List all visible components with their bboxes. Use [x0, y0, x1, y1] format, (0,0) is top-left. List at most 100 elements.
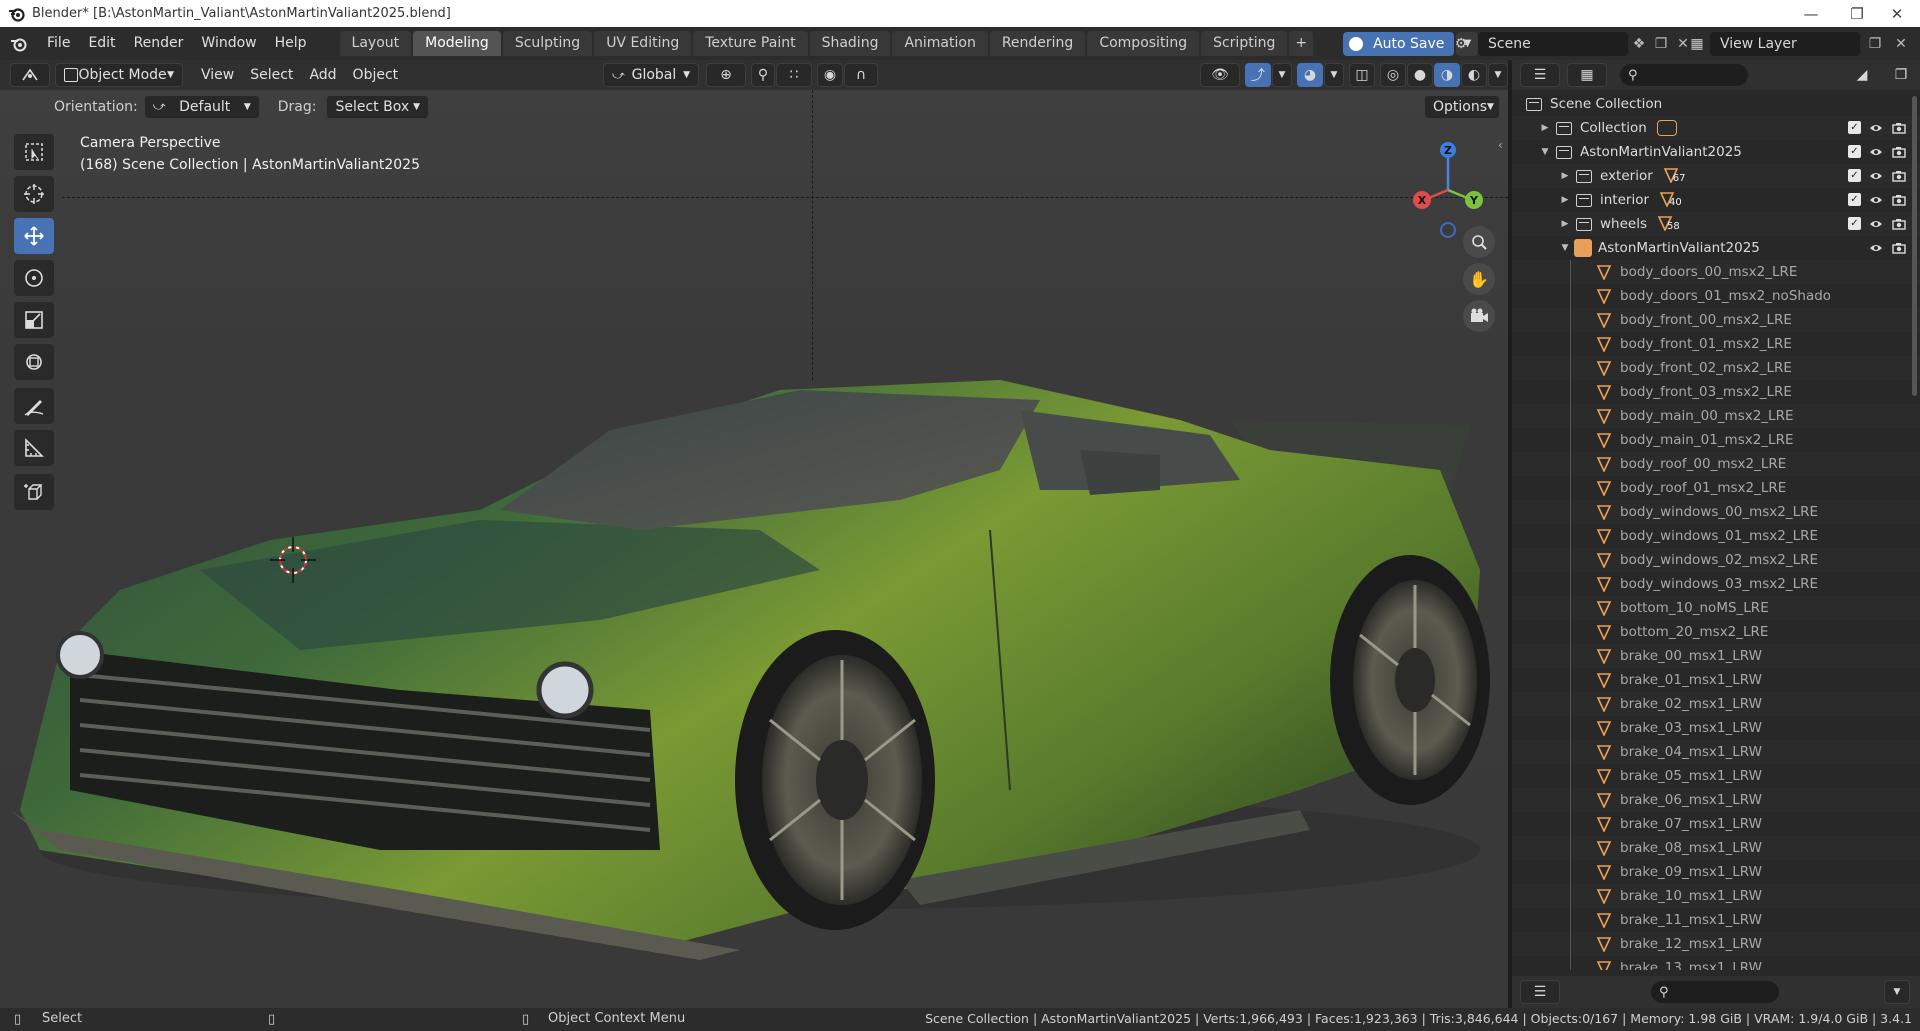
menu-render[interactable]: Render: [125, 27, 193, 60]
new-view-layer-icon[interactable]: ❐: [1860, 36, 1890, 52]
render-camera-icon[interactable]: [1892, 241, 1906, 255]
menu-object[interactable]: Object: [345, 63, 407, 87]
outliner-collection-row[interactable]: ▶ Collection ✓: [1512, 116, 1920, 140]
exclude-checkbox[interactable]: ✓: [1848, 145, 1861, 158]
outliner-object-row[interactable]: brake_00_msx1_LRW: [1512, 644, 1920, 668]
outliner-object-row[interactable]: body_roof_01_msx2_LRE: [1512, 476, 1920, 500]
snap-target-icon[interactable]: ∷: [776, 63, 812, 87]
outliner-collection-row[interactable]: ▶ exterior 67 ✓: [1512, 164, 1920, 188]
outliner-object-row[interactable]: brake_06_msx1_LRW: [1512, 788, 1920, 812]
xray-toggle-icon[interactable]: ◫: [1349, 63, 1375, 87]
outliner-object-row[interactable]: brake_01_msx1_LRW: [1512, 668, 1920, 692]
outliner-search-input[interactable]: ⚲: [1620, 64, 1748, 86]
outliner-object-row[interactable]: brake_10_msx1_LRW: [1512, 884, 1920, 908]
outliner-object-row[interactable]: brake_09_msx1_LRW: [1512, 860, 1920, 884]
visibility-eye-icon[interactable]: [1869, 217, 1883, 231]
outliner-editor-type-icon[interactable]: ☰: [1520, 63, 1560, 87]
exclude-checkbox[interactable]: ✓: [1848, 121, 1861, 134]
menu-select[interactable]: Select: [242, 63, 301, 87]
outliner-object-row[interactable]: body_doors_01_msx2_noShadows: [1512, 284, 1920, 308]
proportional-edit-icon[interactable]: ◉: [817, 63, 843, 87]
properties-search-input[interactable]: ⚲: [1651, 981, 1779, 1003]
scene-name-field[interactable]: Scene: [1478, 31, 1628, 56]
outliner-object-row[interactable]: brake_03_msx1_LRW: [1512, 716, 1920, 740]
visibility-eye-icon[interactable]: [1869, 241, 1883, 255]
solid-shading-icon[interactable]: ●: [1407, 63, 1433, 87]
visibility-eye-icon[interactable]: [1869, 121, 1883, 135]
view-layer-field[interactable]: View Layer: [1710, 31, 1860, 56]
outliner-object-row[interactable]: body_windows_00_msx2_LRE: [1512, 500, 1920, 524]
tab-uv-editing[interactable]: UV Editing: [594, 31, 692, 56]
rendered-shading-icon[interactable]: ◐: [1461, 63, 1487, 87]
render-camera-icon[interactable]: [1892, 145, 1906, 159]
properties-dropdown-icon[interactable]: ▼: [1884, 980, 1910, 1004]
tab-shading[interactable]: Shading: [809, 31, 891, 56]
scene-pin-icon[interactable]: ❖: [1628, 36, 1650, 52]
tab-texture-paint[interactable]: Texture Paint: [693, 31, 808, 56]
outliner-object-row[interactable]: brake_12_msx1_LRW: [1512, 932, 1920, 956]
outliner-object-row[interactable]: body_doors_00_msx2_LRE: [1512, 260, 1920, 284]
view-layer-icon[interactable]: ▦: [1684, 36, 1710, 52]
tab-animation[interactable]: Animation: [892, 31, 988, 56]
outliner-object-row[interactable]: brake_11_msx1_LRW: [1512, 908, 1920, 932]
menu-file[interactable]: File: [38, 27, 79, 60]
exclude-checkbox[interactable]: ✓: [1848, 193, 1861, 206]
menu-help[interactable]: Help: [266, 27, 316, 60]
render-camera-icon[interactable]: [1892, 193, 1906, 207]
outliner-scene-collection[interactable]: Scene Collection: [1512, 92, 1920, 116]
outliner-object-row[interactable]: bottom_20_msx2_LRE: [1512, 620, 1920, 644]
new-collection-icon[interactable]: ❐: [1888, 63, 1914, 87]
add-workspace-button[interactable]: +: [1289, 31, 1314, 56]
outliner-object-row[interactable]: body_windows_02_msx2_LRE: [1512, 548, 1920, 572]
expand-right-icon[interactable]: ▶: [1538, 123, 1552, 133]
remove-view-layer-icon[interactable]: ✕: [1890, 36, 1912, 52]
blender-menu-icon[interactable]: [0, 36, 38, 52]
material-preview-icon[interactable]: ◑: [1434, 63, 1460, 87]
outliner-object-row[interactable]: body_front_03_msx2_LRE: [1512, 380, 1920, 404]
minimize-icon[interactable]: —: [1788, 0, 1834, 27]
outliner-object-row[interactable]: brake_05_msx1_LRW: [1512, 764, 1920, 788]
new-scene-icon[interactable]: ❐: [1650, 36, 1672, 52]
tab-scripting[interactable]: Scripting: [1201, 31, 1288, 56]
expand-right-icon[interactable]: ▶: [1558, 219, 1572, 229]
overlays-dropdown-icon[interactable]: ▼: [1324, 63, 1344, 87]
shading-dropdown-icon[interactable]: ▼: [1488, 63, 1508, 87]
tab-compositing[interactable]: Compositing: [1087, 31, 1200, 56]
outliner-object-row[interactable]: body_front_00_msx2_LRE: [1512, 308, 1920, 332]
menu-view[interactable]: View: [193, 63, 242, 87]
outliner-collection-row[interactable]: ▼ AstonMartinValiant2025 ✓: [1512, 140, 1920, 164]
mode-selector[interactable]: Object Mode ▼: [55, 63, 183, 87]
render-camera-icon[interactable]: [1892, 169, 1906, 183]
properties-editor-type-icon[interactable]: ☰: [1520, 980, 1560, 1004]
show-gizmo-icon[interactable]: ⤴: [1245, 63, 1271, 87]
menu-window[interactable]: Window: [192, 27, 265, 60]
falloff-icon[interactable]: ∩: [844, 63, 878, 87]
tab-sculpting[interactable]: Sculpting: [502, 31, 593, 56]
outliner-object-row[interactable]: body_front_02_msx2_LRE: [1512, 356, 1920, 380]
wireframe-shading-icon[interactable]: ◎: [1380, 63, 1406, 87]
outliner-collection-row[interactable]: ▶ interior 40 ✓: [1512, 188, 1920, 212]
exclude-checkbox[interactable]: ✓: [1848, 169, 1861, 182]
editor-type-icon[interactable]: [10, 63, 50, 87]
outliner-object-row[interactable]: body_main_00_msx2_LRE: [1512, 404, 1920, 428]
tab-rendering[interactable]: Rendering: [989, 31, 1086, 56]
menu-edit[interactable]: Edit: [79, 27, 124, 60]
outliner-object-row[interactable]: brake_04_msx1_LRW: [1512, 740, 1920, 764]
show-overlays-icon[interactable]: ◕: [1297, 63, 1323, 87]
autosave-button[interactable]: Auto Save: [1343, 31, 1455, 56]
visibility-eye-icon[interactable]: [1869, 145, 1883, 159]
pivot-point-icon[interactable]: ⊕: [706, 63, 746, 87]
expand-right-icon[interactable]: ▶: [1558, 195, 1572, 205]
gizmo-dropdown-icon[interactable]: ▼: [1272, 63, 1292, 87]
outliner-object-row[interactable]: brake_08_msx1_LRW: [1512, 836, 1920, 860]
outliner-scrollbar[interactable]: [1912, 96, 1917, 396]
outliner-object-row[interactable]: brake_07_msx1_LRW: [1512, 812, 1920, 836]
snap-toggle-icon[interactable]: ⚲: [751, 63, 775, 87]
outliner-object-row[interactable]: body_front_01_msx2_LRE: [1512, 332, 1920, 356]
expand-down-icon[interactable]: ▼: [1538, 147, 1552, 157]
display-mode-icon[interactable]: ▦: [1567, 63, 1607, 87]
outliner-object-row[interactable]: body_windows_03_msx2_LRE: [1512, 572, 1920, 596]
transform-orientation-dropdown[interactable]: ⤻ Global ▼: [603, 63, 699, 87]
visibility-selectability-icon[interactable]: 👁: [1200, 63, 1240, 87]
visibility-eye-icon[interactable]: [1869, 169, 1883, 183]
